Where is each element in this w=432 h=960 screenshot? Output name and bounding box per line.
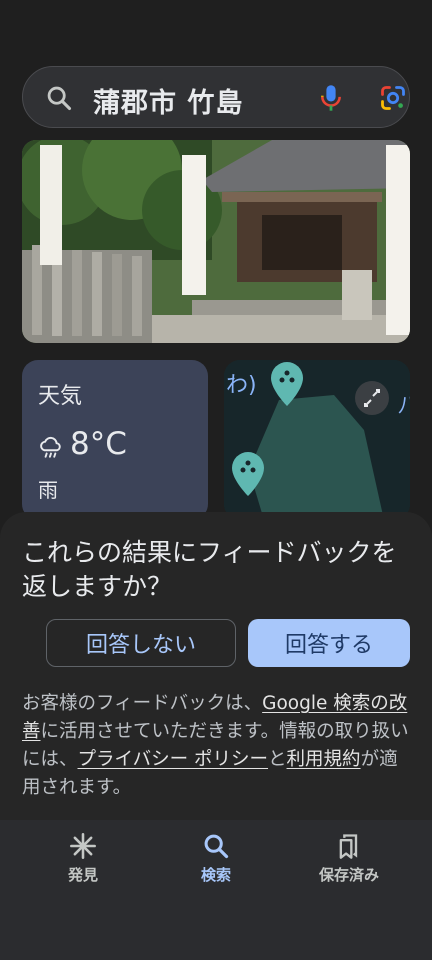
feedback-sheet: これらの結果にフィードバックを返しますか？ 回答しない 回答する お客様のフィー… [0, 512, 432, 820]
lens-icon[interactable] [379, 84, 407, 112]
shrine-photo-illustration [22, 140, 410, 343]
shrine-photo[interactable] [22, 140, 410, 343]
weather-card[interactable]: 天気 8°C 雨 [22, 360, 208, 520]
weather-title: 天気 [38, 384, 83, 409]
expand-icon [355, 381, 389, 415]
nav-search[interactable]: 検索 [161, 832, 271, 885]
weather-temperature: 8°C [70, 426, 127, 462]
nav-discover[interactable]: 発見 [28, 832, 138, 885]
weather-condition: 雨 [38, 478, 58, 502]
nav-saved[interactable]: 保存済み [294, 832, 404, 885]
nav-discover-label: 発見 [67, 866, 98, 884]
bookmarks-icon [339, 834, 358, 859]
map-illustration: わ) 八 [224, 360, 410, 520]
bottom-nav: 発見 検索 保存済み [0, 820, 432, 960]
map-label-right: 八 [398, 393, 410, 417]
nav-saved-label: 保存済み [318, 866, 379, 884]
no-answer-button[interactable]: 回答しない [46, 619, 236, 667]
asterisk-icon [70, 833, 96, 859]
privacy-policy-link[interactable]: プライバシー ポリシー [78, 749, 269, 770]
map-card[interactable]: わ) 八 [224, 360, 410, 520]
disclaimer-text: お客様のフィードバックは、 [22, 693, 263, 714]
nav-search-label: 検索 [200, 866, 231, 884]
search-icon [204, 834, 229, 859]
mic-icon[interactable] [317, 83, 345, 113]
rain-cloud-icon [40, 436, 61, 458]
search-query[interactable]: 蒲郡市 竹島 [93, 81, 243, 120]
search-bar[interactable]: 蒲郡市 竹島 [22, 66, 410, 128]
disclaimer-text: と [268, 749, 287, 770]
feedback-question: これらの結果にフィードバックを返しますか？ [22, 538, 397, 601]
feedback-disclaimer: お客様のフィードバックは、Google 検索の改善に活用させていただきます。情報… [22, 690, 414, 802]
terms-link[interactable]: 利用規約 [287, 749, 361, 770]
answer-button[interactable]: 回答する [248, 619, 410, 667]
search-icon [47, 86, 72, 111]
map-label: わ) [226, 373, 257, 398]
